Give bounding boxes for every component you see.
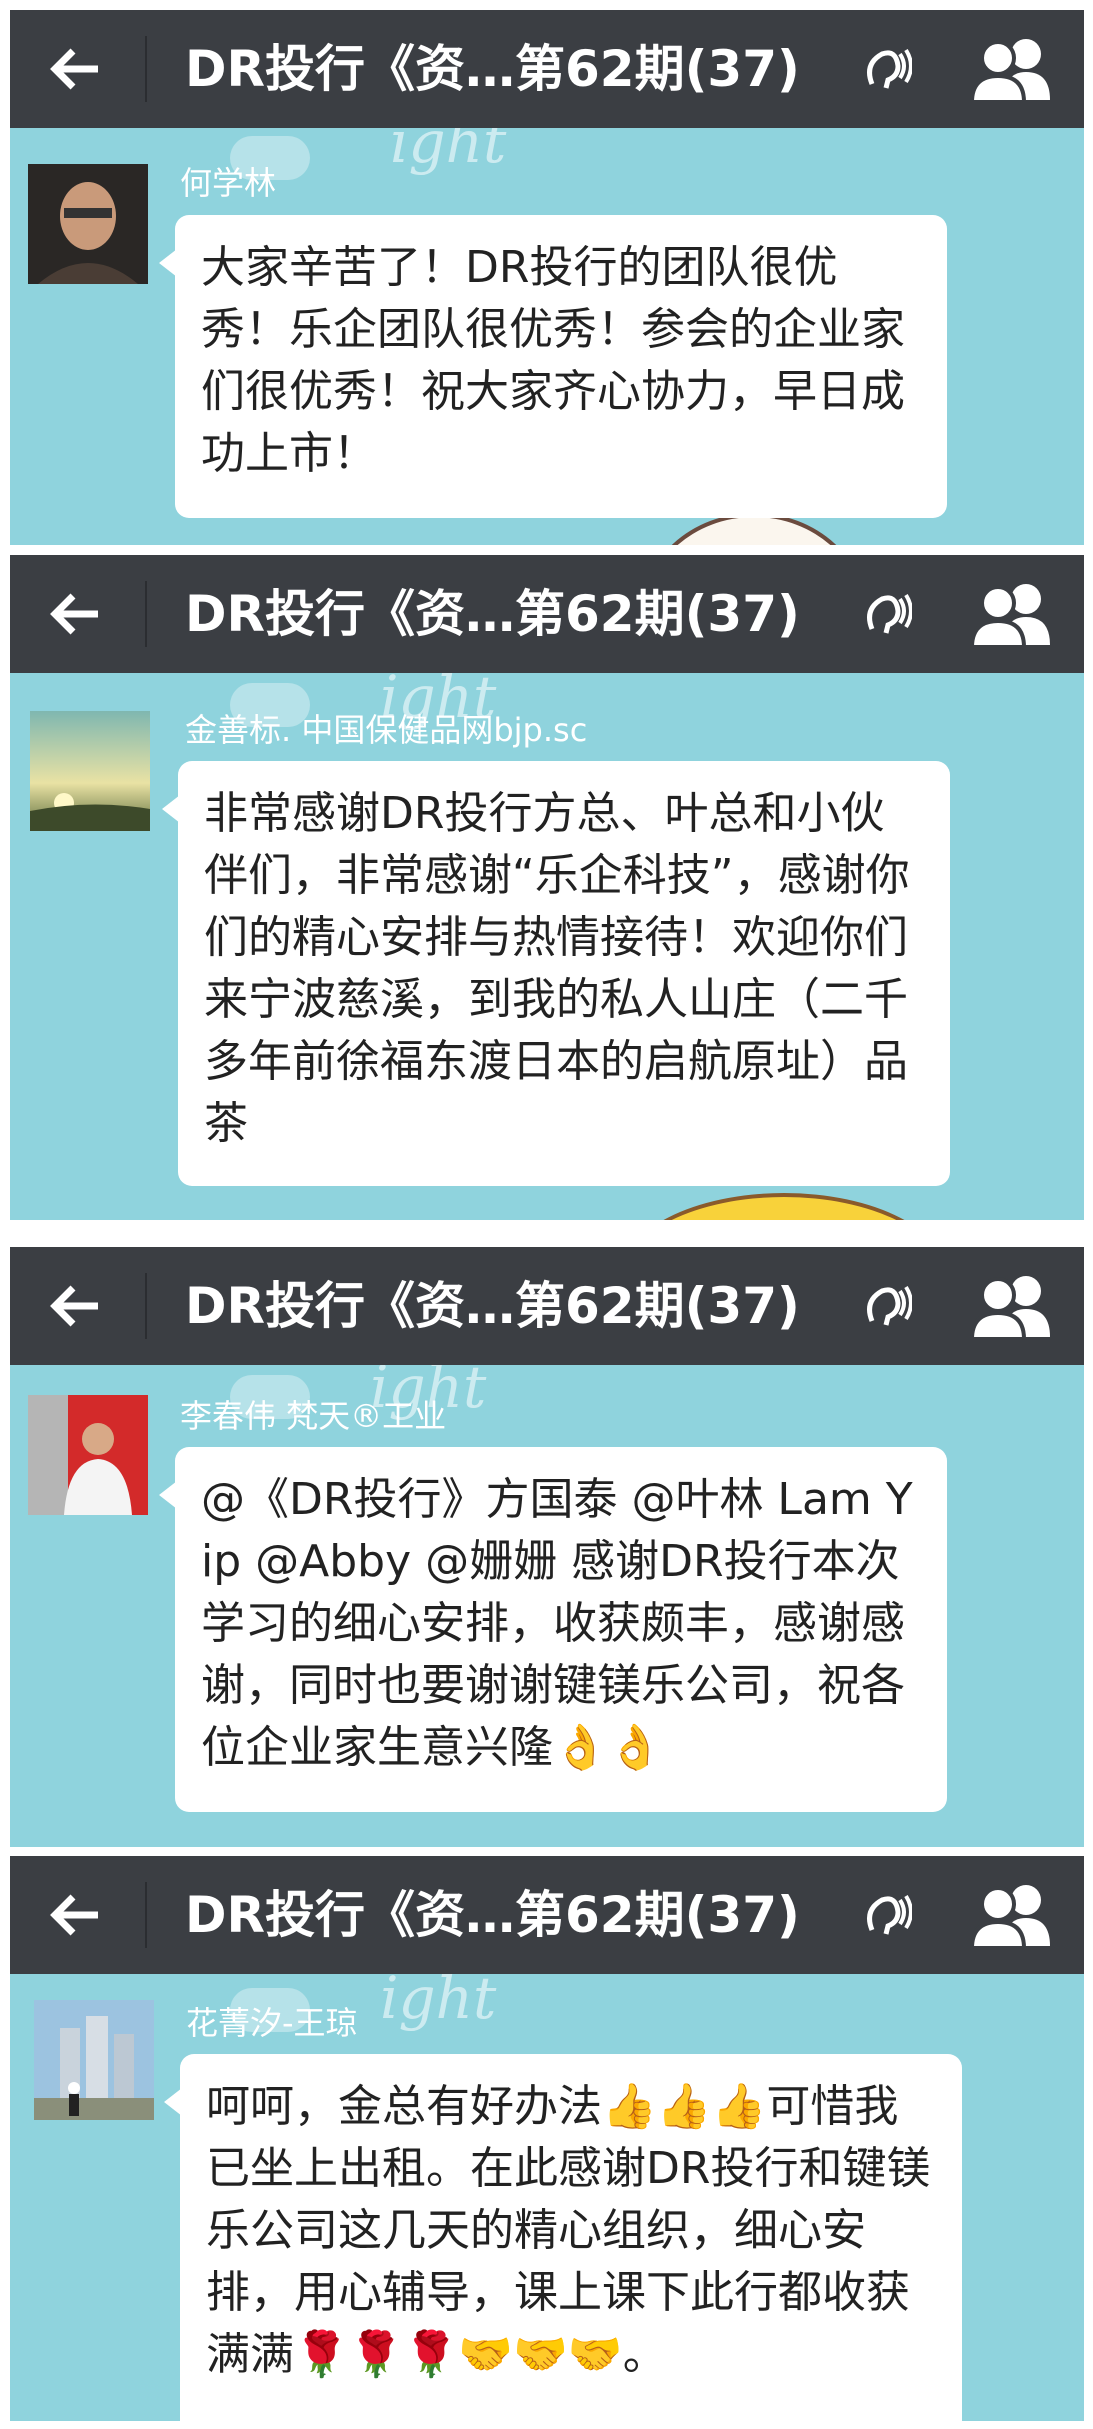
- chat-screen-1: ight 何学林 大家辛苦了！DR投行的团队很优秀！乐企团队很优秀！参会的企业家…: [10, 10, 1084, 545]
- arrow-left-icon[interactable]: [40, 579, 110, 649]
- message-bubble[interactable]: 大家辛苦了！DR投行的团队很优秀！乐企团队很优秀！参会的企业家们很优秀！祝大家齐…: [159, 215, 947, 518]
- title-bar: DR投行《资…第62期(37): [10, 10, 1084, 128]
- avatar[interactable]: [34, 2000, 154, 2120]
- sender-name: 花菁汐-王琼: [186, 2004, 358, 2042]
- chat-area: ight 何学林 大家辛苦了！DR投行的团队很优秀！乐企团队很优秀！参会的企业家…: [10, 108, 1084, 545]
- header-divider: [145, 1273, 147, 1339]
- chat-title: DR投行《资…第62期(37): [185, 585, 800, 643]
- group-members-icon[interactable]: [968, 1271, 1058, 1341]
- title-bar: DR投行《资…第62期(37): [10, 1856, 1084, 1974]
- message-bubble[interactable]: 非常感谢DR投行方总、叶总和小伙伴们，非常感谢“乐企科技”，感谢你们的精心安排与…: [162, 761, 950, 1186]
- voice-mode-icon[interactable]: [862, 1281, 913, 1331]
- message-text: 非常感谢DR投行方总、叶总和小伙伴们，非常感谢“乐企科技”，感谢你们的精心安排与…: [204, 788, 910, 1149]
- arrow-left-icon[interactable]: [40, 1880, 110, 1950]
- arrow-left-icon[interactable]: [40, 34, 110, 104]
- message-bubble[interactable]: @《DR投行》方国泰 @叶林 Lam Yip @Abby @姗姗 感谢DR投行本…: [159, 1447, 947, 1812]
- header-divider: [145, 36, 147, 102]
- message-text: 呵呵，金总有好办法👍👍👍可惜我已坐上出租。在此感谢DR投行和键镁乐公司这几天的精…: [206, 2081, 931, 2380]
- sender-name: 李春伟 梵天®工业: [180, 1397, 447, 1435]
- header-divider: [145, 1882, 147, 1948]
- chat-screen-3: ight 李春伟 梵天®工业 @《DR投行》方国泰 @叶林 Lam Yip @A…: [10, 1247, 1084, 1847]
- group-members-icon[interactable]: [968, 1880, 1058, 1950]
- chat-area: ight 金善标. 中国保健品网bjp.sc 非常感谢DR投行方总、叶总和小伙伴…: [10, 663, 1084, 1220]
- chat-screen-4: ight 花菁汐-王琼 呵呵，金总有好办法👍👍👍可惜我已坐上出租。在此感谢DR投…: [10, 1856, 1084, 2421]
- voice-mode-icon[interactable]: [862, 1890, 913, 1940]
- voice-mode-icon[interactable]: [862, 44, 913, 94]
- title-bar: DR投行《资…第62期(37): [10, 1247, 1084, 1365]
- chat-title: DR投行《资…第62期(37): [185, 40, 800, 98]
- background-cartoon: [620, 1193, 948, 1220]
- group-members-icon[interactable]: [968, 34, 1058, 104]
- sender-name: 何学林: [180, 164, 277, 202]
- chat-area: ight 李春伟 梵天®工业 @《DR投行》方国泰 @叶林 Lam Yip @A…: [10, 1353, 1084, 1847]
- chat-area: ight 花菁汐-王琼 呵呵，金总有好办法👍👍👍可惜我已坐上出租。在此感谢DR投…: [10, 1964, 1084, 2421]
- avatar[interactable]: [28, 164, 148, 284]
- message-text: @《DR投行》方国泰 @叶林 Lam Yip @Abby @姗姗 感谢DR投行本…: [201, 1474, 913, 1773]
- background-doodle: ight: [380, 1964, 497, 2032]
- arrow-left-icon[interactable]: [40, 1271, 110, 1341]
- message-bubble[interactable]: 呵呵，金总有好办法👍👍👍可惜我已坐上出租。在此感谢DR投行和键镁乐公司这几天的精…: [164, 2054, 962, 2421]
- header-divider: [145, 581, 147, 647]
- chat-screen-2: ight 金善标. 中国保健品网bjp.sc 非常感谢DR投行方总、叶总和小伙伴…: [10, 555, 1084, 1220]
- sender-name: 金善标. 中国保健品网bjp.sc: [185, 711, 588, 749]
- voice-mode-icon[interactable]: [862, 589, 913, 639]
- message-text: 大家辛苦了！DR投行的团队很优秀！乐企团队很优秀！参会的企业家们很优秀！祝大家齐…: [201, 242, 905, 479]
- avatar[interactable]: [28, 1395, 148, 1515]
- title-bar: DR投行《资…第62期(37): [10, 555, 1084, 673]
- chat-title: DR投行《资…第62期(37): [185, 1886, 800, 1944]
- avatar[interactable]: [30, 711, 150, 831]
- chat-title: DR投行《资…第62期(37): [185, 1277, 800, 1335]
- group-members-icon[interactable]: [968, 579, 1058, 649]
